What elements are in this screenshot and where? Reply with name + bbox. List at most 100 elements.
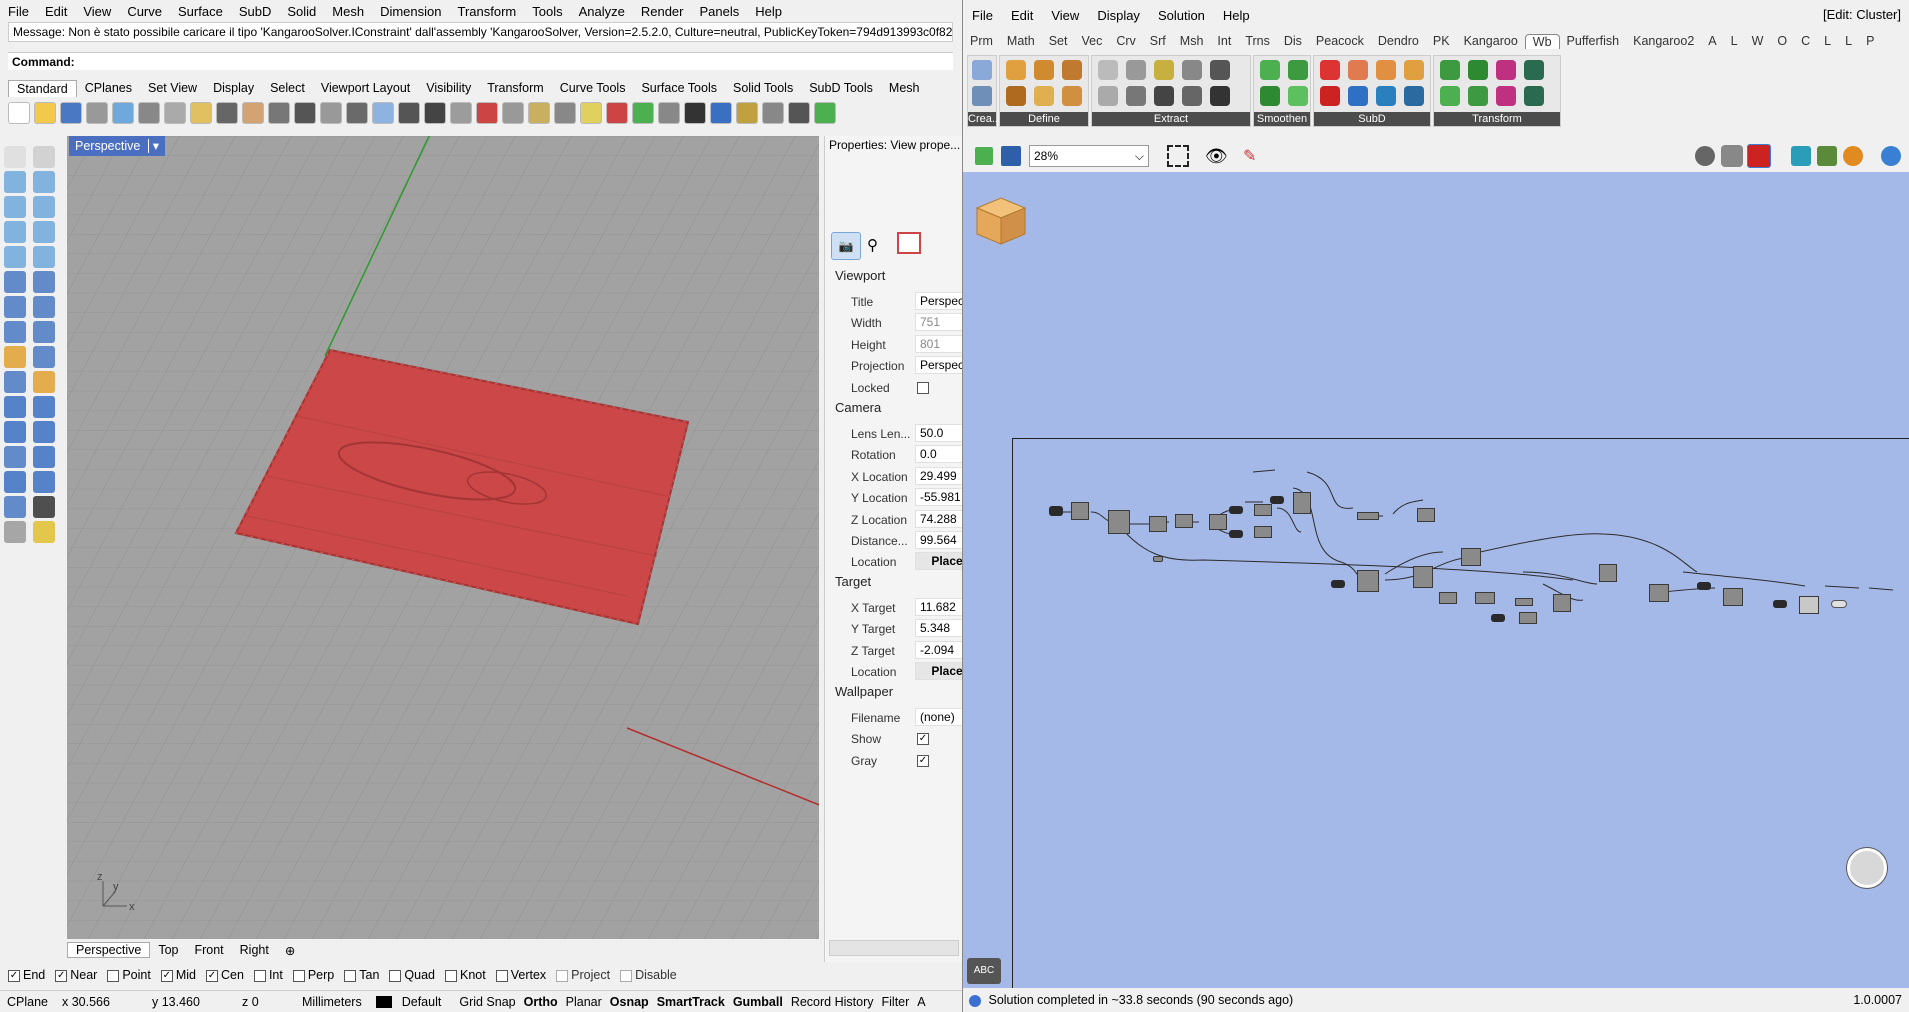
- gh-tab-l-18[interactable]: L: [1724, 34, 1745, 48]
- new-icon[interactable]: [8, 102, 30, 124]
- toolbar-tab-set-view[interactable]: Set View: [140, 80, 205, 96]
- command-prompt[interactable]: Command:: [8, 52, 953, 70]
- gh-component[interactable]: [1357, 512, 1379, 520]
- cylinder-tool-icon[interactable]: [4, 321, 26, 343]
- extract-component-icon[interactable]: [1098, 86, 1118, 106]
- osnap-checkbox[interactable]: [620, 969, 633, 982]
- prop-value[interactable]: 99.564: [915, 531, 962, 549]
- toolbar-tab-solid-tools[interactable]: Solid Tools: [725, 80, 801, 96]
- split-tool-icon[interactable]: [33, 346, 55, 368]
- prop-value[interactable]: Perspec: [915, 292, 962, 310]
- transform-component-icon[interactable]: [1496, 86, 1516, 106]
- scale-tool-icon[interactable]: [33, 421, 55, 443]
- undo-icon[interactable]: [216, 102, 238, 124]
- extract-component-icon[interactable]: [1154, 60, 1174, 80]
- layer-icon[interactable]: [554, 102, 576, 124]
- block-tool-icon[interactable]: [4, 496, 26, 518]
- gh-canvas[interactable]: ABC: [963, 172, 1909, 998]
- place-button[interactable]: Place: [915, 552, 962, 571]
- padlock-icon[interactable]: [606, 102, 628, 124]
- gh-component[interactable]: [1417, 508, 1435, 522]
- osnap-vertex[interactable]: Vertex: [495, 968, 546, 982]
- open-file-icon[interactable]: [975, 147, 993, 165]
- text-tool-icon[interactable]: [4, 446, 26, 468]
- toolbar-tab-surface-tools[interactable]: Surface Tools: [633, 80, 725, 96]
- transform-component-icon[interactable]: [1440, 60, 1460, 80]
- zoom-extents-icon[interactable]: [346, 102, 368, 124]
- menu-file[interactable]: File: [0, 4, 37, 19]
- gh-menu-file[interactable]: File: [963, 8, 1002, 23]
- osnap-point[interactable]: Point: [107, 968, 151, 982]
- viewport-tab-perspective[interactable]: Perspective: [67, 942, 151, 958]
- selected-preview-icon[interactable]: [1817, 146, 1837, 166]
- param-input[interactable]: [1270, 496, 1284, 504]
- gh-tab-p-24[interactable]: P: [1859, 34, 1881, 48]
- gh-component[interactable]: [1293, 492, 1311, 514]
- gh-tab-pufferfish-15[interactable]: Pufferfish: [1560, 34, 1627, 48]
- extract-component-icon[interactable]: [1154, 86, 1174, 106]
- transform-component-icon[interactable]: [1524, 60, 1544, 80]
- move-tool-icon[interactable]: [4, 396, 26, 418]
- prop-value[interactable]: 5.348: [915, 619, 962, 638]
- camera-icon[interactable]: 📷: [831, 232, 861, 260]
- target-icon[interactable]: ⚲: [867, 236, 878, 254]
- prop-checkbox[interactable]: ✓: [917, 754, 929, 767]
- point-tool-icon[interactable]: [33, 146, 55, 168]
- osnap-int[interactable]: Int: [253, 968, 283, 982]
- pan-icon[interactable]: [242, 102, 264, 124]
- gh-tab-a-17[interactable]: A: [1701, 34, 1723, 48]
- preview-eye-icon[interactable]: 👁: [1205, 146, 1228, 167]
- gh-tab-prm-0[interactable]: Prm: [963, 34, 1000, 48]
- rotate-tool-icon[interactable]: [33, 396, 55, 418]
- transform-component-icon[interactable]: [1468, 60, 1488, 80]
- param-input[interactable]: [1491, 614, 1505, 622]
- osnap-project[interactable]: Project: [556, 968, 610, 982]
- sphere-icon[interactable]: [1881, 146, 1901, 166]
- polygon-tool-icon[interactable]: [4, 221, 26, 243]
- extract-component-icon[interactable]: [1098, 60, 1118, 80]
- rectangle-tool-icon[interactable]: [33, 221, 55, 243]
- gh-tab-math-1[interactable]: Math: [1000, 34, 1042, 48]
- render-icon[interactable]: [788, 102, 810, 124]
- zoom-selected-icon[interactable]: [372, 102, 394, 124]
- toolbar-tab-viewport-layout[interactable]: Viewport Layout: [313, 80, 418, 96]
- status-toggle-planar[interactable]: Planar: [562, 995, 606, 1009]
- subd-component-icon[interactable]: [1376, 60, 1396, 80]
- curve-tool-icon[interactable]: [33, 171, 55, 193]
- create-icon[interactable]: [972, 60, 992, 80]
- gh-component[interactable]: [1649, 584, 1669, 602]
- preview-mode-icon[interactable]: [1695, 146, 1715, 166]
- gh-component[interactable]: [1599, 564, 1617, 582]
- toolbar-tab-curve-tools[interactable]: Curve Tools: [552, 80, 634, 96]
- analyze-tool-icon[interactable]: [33, 521, 55, 543]
- define-component-icon[interactable]: [1006, 86, 1026, 106]
- status-toggle-grid-snap[interactable]: Grid Snap: [455, 995, 519, 1009]
- osnap-checkbox[interactable]: [495, 969, 508, 982]
- abc-text-icon[interactable]: ABC: [967, 958, 1001, 984]
- gh-component[interactable]: [1515, 598, 1533, 606]
- status-toggle-record-history[interactable]: Record History: [787, 995, 878, 1009]
- subd-component-icon[interactable]: [1320, 86, 1340, 106]
- toolbar-tab-standard[interactable]: Standard: [8, 79, 77, 97]
- trim-tool-icon[interactable]: [4, 371, 26, 393]
- sketch-pen-icon[interactable]: ✎: [1243, 146, 1256, 166]
- param-input[interactable]: [1229, 530, 1243, 538]
- layout-tool-icon[interactable]: [33, 471, 55, 493]
- status-toggle-gumball[interactable]: Gumball: [729, 995, 787, 1009]
- osnap-disable[interactable]: Disable: [620, 968, 677, 982]
- gh-component[interactable]: [1153, 556, 1163, 562]
- properties-icon[interactable]: [658, 102, 680, 124]
- status-toggle-a[interactable]: A: [913, 995, 929, 1009]
- dimension-tool-icon[interactable]: [33, 446, 55, 468]
- transform-component-icon[interactable]: [1496, 60, 1516, 80]
- arc-tool-icon[interactable]: [4, 246, 26, 268]
- zoom-window-icon[interactable]: [320, 102, 342, 124]
- viewport-tab-front[interactable]: Front: [186, 943, 231, 957]
- osnap-mid[interactable]: ✓ Mid: [160, 968, 196, 982]
- prop-value[interactable]: (none): [915, 708, 962, 726]
- wallpaper-icon[interactable]: [897, 232, 921, 254]
- bake-icon[interactable]: [1791, 146, 1811, 166]
- place-button[interactable]: Place: [915, 662, 962, 681]
- subd-component-icon[interactable]: [1320, 60, 1340, 80]
- gh-component[interactable]: [1553, 594, 1571, 612]
